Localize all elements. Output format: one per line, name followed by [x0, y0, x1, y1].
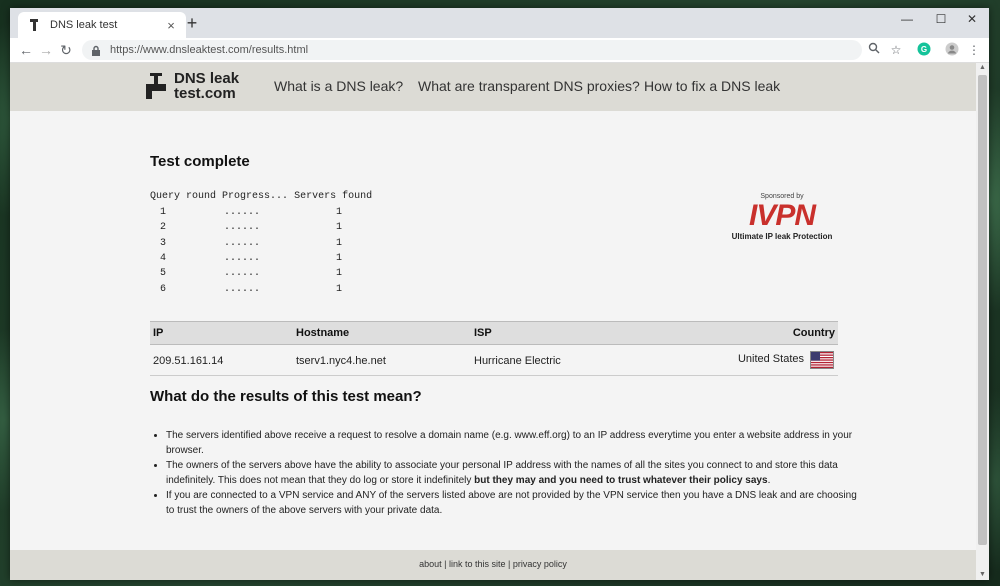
col-query-round: Query round — [150, 191, 217, 202]
cell-ip: 209.51.161.14 — [153, 355, 224, 367]
footer-privacy-link[interactable]: privacy policy — [513, 559, 567, 569]
browser-menu-icon[interactable]: ⋮ — [966, 42, 982, 58]
nav-how-to-fix[interactable]: How to fix a DNS leak — [644, 78, 780, 94]
round-progress: ...... — [224, 237, 261, 249]
footer-separator: | — [505, 559, 513, 569]
footer-separator: | — [441, 559, 449, 569]
round-number: 4 — [160, 252, 167, 264]
page-scrollbar[interactable]: ▲ ▼ — [976, 63, 989, 580]
th-isp: ISP — [474, 327, 492, 339]
us-flag-icon — [810, 351, 834, 369]
cell-hostname: tserv1.nyc4.he.net — [296, 355, 386, 367]
round-progress: ...... — [224, 207, 261, 218]
round-number: 5 — [160, 268, 167, 280]
progress-header: Query round Progress... Servers found — [150, 191, 372, 202]
lock-icon — [90, 44, 102, 56]
round-progress: ...... — [224, 283, 261, 295]
scroll-up-icon[interactable]: ▲ — [976, 63, 989, 73]
zoom-icon[interactable] — [866, 42, 882, 58]
back-button[interactable]: ← — [16, 40, 36, 60]
site-header: DNS leak test.com What is a DNS leak? Wh… — [10, 63, 976, 111]
close-window-button[interactable]: ✕ — [955, 8, 989, 30]
reload-button[interactable]: ↻ — [56, 40, 76, 60]
site-footer: about | link to this site | privacy poli… — [10, 550, 976, 580]
table-header: IP Hostname ISP Country — [150, 321, 838, 345]
round-servers: 1 — [336, 237, 343, 249]
site-logo[interactable]: DNS leak test.com — [146, 71, 256, 103]
round-number: 2 — [160, 222, 167, 234]
bullet-bold-2: but they may and you need to trust whate… — [474, 475, 768, 486]
col-servers-found: Servers found — [294, 191, 373, 202]
faucet-favicon-icon — [28, 18, 42, 32]
col-progress: Progress... — [222, 191, 289, 202]
th-hostname: Hostname — [296, 327, 350, 339]
dns-servers-table: IP Hostname ISP Country 209.51.161.14 ts… — [150, 321, 838, 376]
round-progress: ...... — [224, 222, 261, 234]
logo-line-2: test.com — [174, 85, 236, 102]
grammarly-extension-icon[interactable]: G — [916, 42, 932, 58]
footer-about-link[interactable]: about — [419, 559, 442, 569]
round-number: 6 — [160, 283, 167, 295]
maximize-button[interactable]: ☐ — [924, 8, 958, 30]
tab-title: DNS leak test — [50, 19, 118, 31]
round-servers: 1 — [336, 252, 343, 264]
faucet-logo-icon — [146, 73, 170, 101]
list-item: The owners of the servers above have the… — [166, 458, 866, 488]
footer-link-to-site[interactable]: link to this site — [449, 559, 506, 569]
round-number: 1 — [160, 207, 167, 218]
explain-heading: What do the results of this test mean? — [150, 388, 422, 405]
page-viewport: DNS leak test.com What is a DNS leak? Wh… — [10, 63, 976, 580]
minimize-button[interactable]: — — [890, 8, 924, 30]
address-bar[interactable]: https://www.dnsleaktest.com/results.html — [82, 40, 862, 60]
round-progress: ...... — [224, 268, 261, 280]
bookmark-star-icon[interactable]: ☆ — [888, 42, 904, 58]
th-country: Country — [792, 327, 835, 339]
nav-transparent-dns-proxies[interactable]: What are transparent DNS proxies? — [418, 78, 640, 94]
scroll-down-icon[interactable]: ▼ — [976, 570, 989, 580]
list-item: The servers identified above receive a r… — [166, 428, 866, 458]
forward-button[interactable]: → — [36, 40, 56, 60]
round-number: 3 — [160, 237, 167, 249]
ivpn-logo: IVPN — [748, 199, 816, 232]
bullet-text-1: The servers identified above receive a r… — [166, 430, 853, 456]
url-text: https://www.dnsleaktest.com/results.html — [110, 44, 309, 56]
profile-avatar-icon[interactable] — [944, 42, 960, 58]
new-tab-button[interactable]: + — [182, 13, 202, 33]
results-heading: Test complete — [150, 153, 250, 170]
th-ip: IP — [153, 327, 164, 339]
bullet-end-2: . — [767, 475, 771, 486]
svg-text:G: G — [921, 45, 927, 54]
cell-country: United States — [737, 353, 804, 365]
table-row: 209.51.161.14 tserv1.nyc4.he.net Hurrica… — [150, 345, 838, 376]
explain-list: The servers identified above receive a r… — [150, 428, 866, 518]
round-servers: 1 — [336, 207, 343, 218]
logo-text: DNS leak test.com — [174, 71, 239, 101]
tab-strip: DNS leak test × + — ☐ ✕ — [10, 8, 989, 38]
round-progress: ...... — [224, 252, 261, 264]
browser-toolbar: ← → ↻ https://www.dnsleaktest.com/result… — [10, 38, 989, 63]
tab-dns-leak-test[interactable]: DNS leak test × — [18, 12, 186, 38]
round-servers: 1 — [336, 283, 343, 295]
bullet-text-3: If you are connected to a VPN service an… — [166, 490, 857, 516]
scroll-thumb[interactable] — [978, 75, 987, 545]
browser-window: DNS leak test × + — ☐ ✕ ← → ↻ https://ww… — [10, 8, 989, 580]
cell-isp: Hurricane Electric — [474, 355, 561, 367]
nav-what-is-dns-leak[interactable]: What is a DNS leak? — [274, 78, 403, 94]
round-servers: 1 — [336, 222, 343, 234]
tab-close-icon[interactable]: × — [162, 18, 180, 33]
list-item: If you are connected to a VPN service an… — [166, 488, 866, 518]
ivpn-tagline: Ultimate IP leak Protection — [731, 232, 833, 241]
sponsor-block[interactable]: Sponsored by IVPN Ultimate IP leak Prote… — [726, 193, 838, 251]
round-servers: 1 — [336, 268, 343, 280]
